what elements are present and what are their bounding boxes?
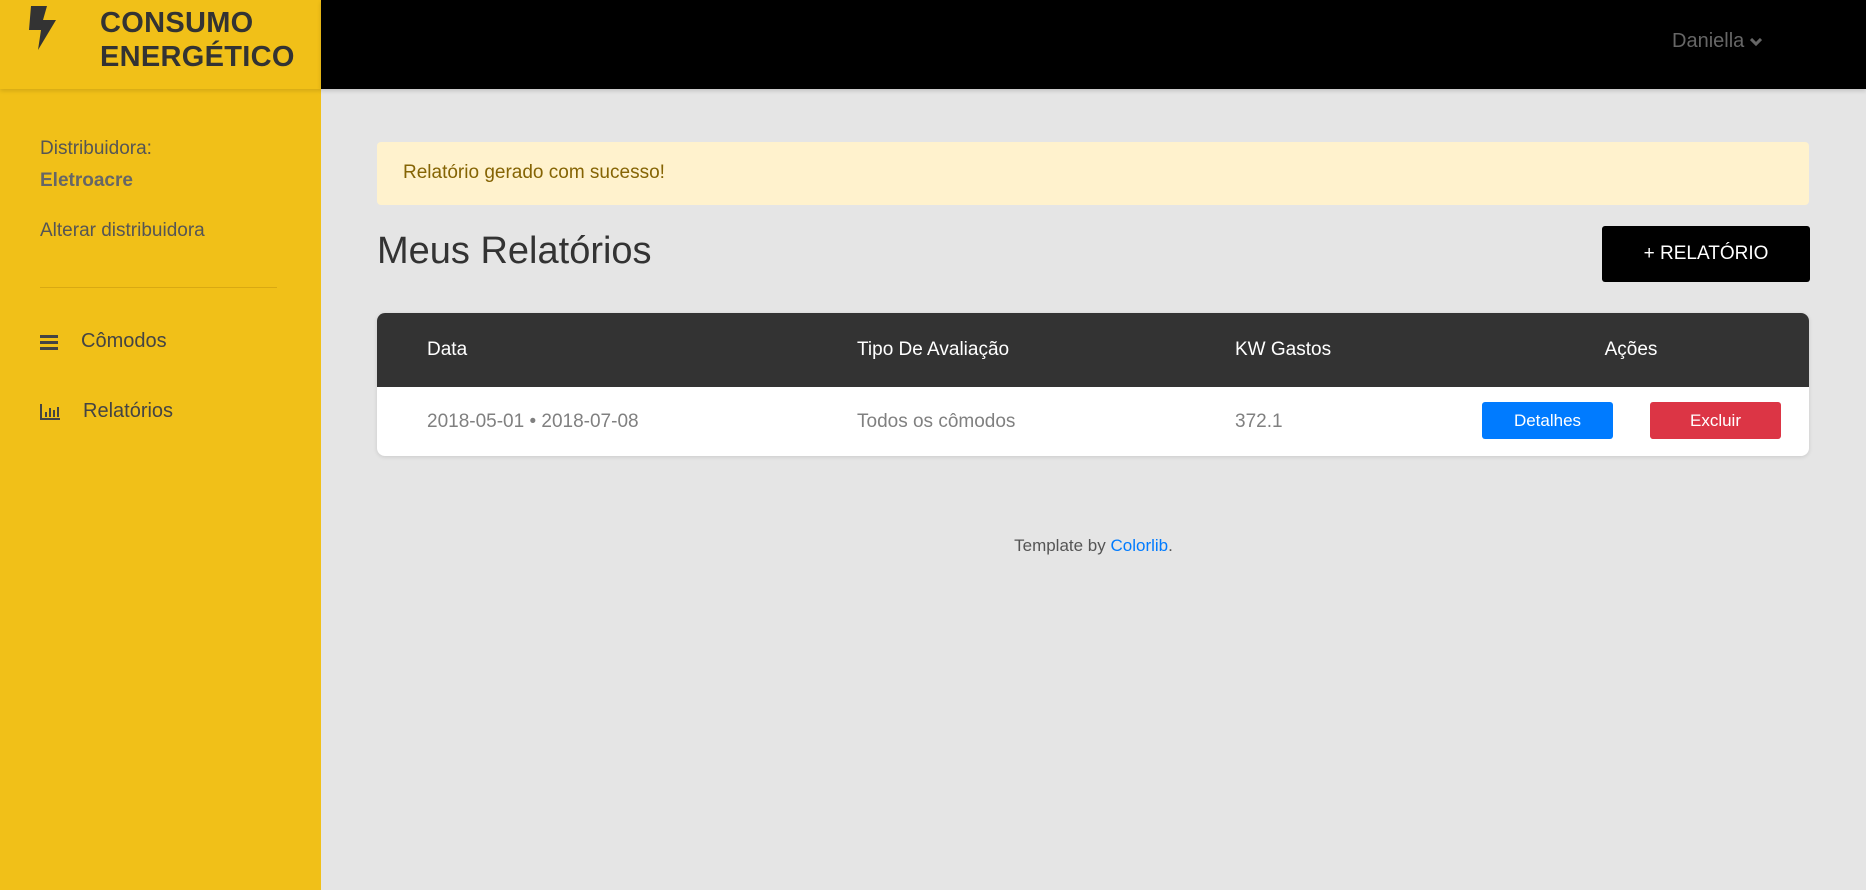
user-name: Daniella bbox=[1672, 30, 1745, 52]
footer: Template by Colorlib. bbox=[0, 536, 1866, 556]
reports-table: Data Tipo De Avaliação KW Gastos Ações 2… bbox=[377, 313, 1809, 456]
bars-icon bbox=[40, 334, 58, 350]
header-date: Data bbox=[427, 339, 468, 360]
cell-date: 2018-05-01 • 2018-07-08 bbox=[427, 410, 639, 432]
change-distributor-link[interactable]: Alterar distribuidora bbox=[40, 220, 205, 242]
details-button[interactable]: Detalhes bbox=[1482, 402, 1613, 439]
bar-chart-icon bbox=[40, 403, 60, 420]
delete-button[interactable]: Excluir bbox=[1650, 402, 1781, 439]
cell-kw: 372.1 bbox=[1235, 410, 1283, 432]
footer-suffix: . bbox=[1168, 536, 1173, 555]
sidebar-item-label: Relatórios bbox=[83, 400, 174, 422]
distributor-name: Eletroacre bbox=[40, 170, 133, 191]
user-menu[interactable]: Daniella bbox=[1672, 30, 1762, 53]
header-kw: KW Gastos bbox=[1235, 339, 1332, 360]
app-title: CONSUMO ENERGÉTICO bbox=[100, 6, 295, 74]
success-alert: Relatório gerado com sucesso! bbox=[377, 142, 1809, 205]
footer-text: Template by bbox=[1014, 536, 1111, 555]
divider bbox=[40, 287, 277, 288]
page-title: Meus Relatórios bbox=[377, 230, 652, 272]
sidebar: CONSUMO ENERGÉTICO Distribuidora: Eletroa… bbox=[0, 0, 321, 890]
header-actions: Ações bbox=[1604, 339, 1658, 360]
topbar bbox=[321, 0, 1866, 89]
logo[interactable]: CONSUMO ENERGÉTICO bbox=[0, 0, 321, 89]
title-line-2: ENERGÉTICO bbox=[100, 41, 295, 73]
cell-type: Todos os cômodos bbox=[857, 410, 1016, 432]
chevron-down-icon bbox=[1749, 37, 1762, 47]
sidebar-item-relatorios[interactable]: Relatórios bbox=[40, 400, 173, 423]
header-type: Tipo De Avaliação bbox=[857, 339, 1010, 360]
sidebar-item-label: Cômodos bbox=[81, 330, 167, 352]
sidebar-item-comodos[interactable]: Cômodos bbox=[40, 330, 167, 353]
distributor-label: Distribuidora: bbox=[40, 138, 152, 159]
add-report-button[interactable]: + RELATÓRIO bbox=[1602, 226, 1810, 282]
title-line-1: CONSUMO bbox=[100, 7, 254, 39]
bolt-icon bbox=[29, 6, 56, 50]
colorlib-link[interactable]: Colorlib bbox=[1111, 536, 1169, 555]
table-header: Data Tipo De Avaliação KW Gastos Ações bbox=[377, 313, 1809, 387]
